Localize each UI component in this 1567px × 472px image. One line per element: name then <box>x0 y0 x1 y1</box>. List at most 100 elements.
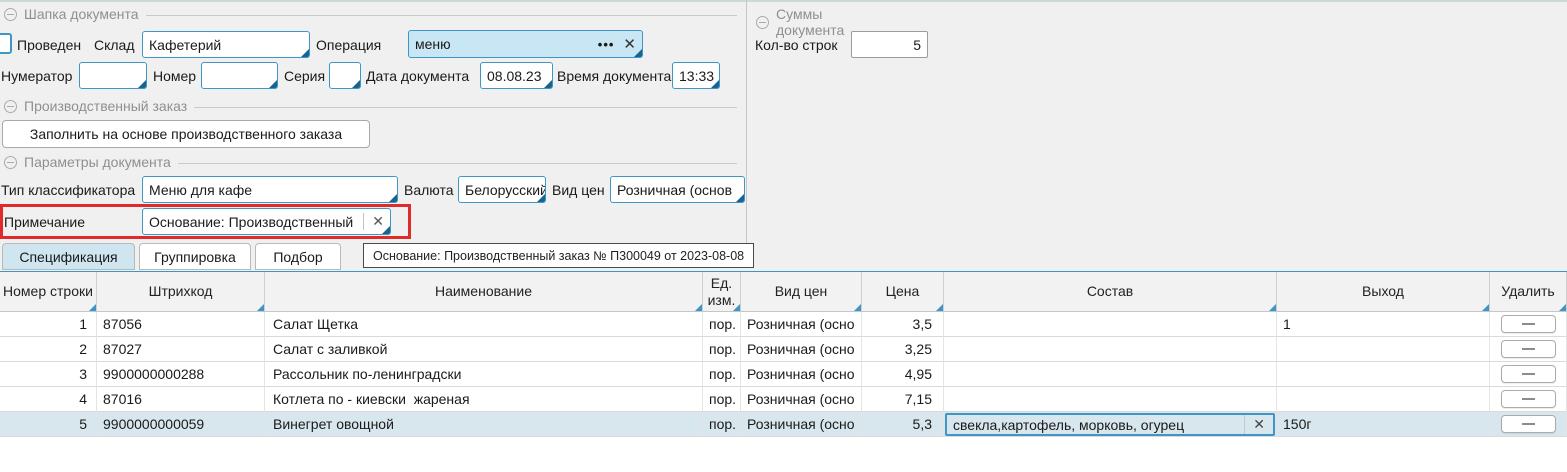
cell-price-type[interactable]: Розничная (осно <box>741 312 862 337</box>
cell-output[interactable]: 150г <box>1277 412 1490 437</box>
cell-price[interactable]: 3,25 <box>862 337 944 362</box>
cell-composition[interactable] <box>944 387 1277 412</box>
cell-price-type[interactable]: Розничная (осно <box>741 362 862 387</box>
cell-price[interactable]: 3,5 <box>862 312 944 337</box>
cell-name[interactable]: Котлета по - киевски жареная <box>265 387 703 412</box>
classifier-type-field[interactable]: Меню для кафе <box>142 176 398 203</box>
cell-price[interactable]: 7,15 <box>862 387 944 412</box>
clear-icon[interactable]: ✕ <box>1244 415 1273 434</box>
column-header-price[interactable]: Цена <box>862 272 944 311</box>
group-title: Производственный заказ <box>24 98 187 114</box>
operation-label: Операция <box>316 37 381 53</box>
posted-checkbox[interactable] <box>0 33 12 54</box>
cell-composition[interactable] <box>944 362 1277 387</box>
table-row[interactable]: 3 9900000000288 Рассольник по-ленинградс… <box>0 362 1567 387</box>
cell-name[interactable]: Салат Щетка <box>265 312 703 337</box>
group-divider-line <box>146 15 737 16</box>
table-header-row: Номер строки Штрихкод Наименование Ед. и… <box>0 272 1567 312</box>
note-field[interactable]: Основание: Производственный ✕ <box>142 208 391 235</box>
cell-composition[interactable]: свекла,картофель, морковь, огурец ✕ <box>944 412 1277 437</box>
cell-price-type[interactable]: Розничная (осно <box>741 412 862 437</box>
delete-row-button[interactable] <box>1501 365 1556 383</box>
column-header-row-number[interactable]: Номер строки <box>0 272 97 311</box>
field-corner-icon <box>711 80 719 88</box>
fill-from-production-order-button[interactable]: Заполнить на основе производственного за… <box>2 120 370 148</box>
cell-delete <box>1490 337 1567 362</box>
cell-price-type[interactable]: Розничная (осно <box>741 387 862 412</box>
rows-count-field[interactable]: 5 <box>851 31 928 58</box>
tab-selection[interactable]: Подбор <box>255 243 341 270</box>
cell-composition[interactable] <box>944 337 1277 362</box>
cell-name[interactable]: Салат с заливкой <box>265 337 703 362</box>
cell-row-number: 5 <box>0 412 97 437</box>
operation-field[interactable]: меню ••• ✕ <box>408 30 643 58</box>
warehouse-field[interactable]: Кафетерий <box>142 31 310 58</box>
minus-icon <box>1522 398 1535 400</box>
collapse-icon[interactable] <box>4 8 17 21</box>
cell-unit[interactable]: пор. <box>703 312 741 337</box>
warehouse-label: Склад <box>94 37 135 53</box>
series-field[interactable] <box>329 62 361 89</box>
collapse-icon[interactable] <box>4 100 17 113</box>
cell-barcode[interactable]: 87016 <box>97 387 265 412</box>
column-header-name[interactable]: Наименование <box>265 272 703 311</box>
collapse-icon[interactable] <box>4 156 17 169</box>
note-tooltip: Основание: Производственный заказ № П300… <box>363 243 754 268</box>
column-header-delete[interactable]: Удалить <box>1490 272 1567 311</box>
column-header-output[interactable]: Выход <box>1277 272 1490 311</box>
column-header-composition[interactable]: Состав <box>944 272 1277 311</box>
composition-editor[interactable]: свекла,картофель, морковь, огурец ✕ <box>945 413 1275 436</box>
cell-price[interactable]: 4,95 <box>862 362 944 387</box>
cell-output[interactable] <box>1277 387 1490 412</box>
group-divider-line <box>178 163 737 164</box>
cell-output[interactable] <box>1277 362 1490 387</box>
table-row[interactable]: 1 87056 Салат Щетка пор. Розничная (осно… <box>0 312 1567 337</box>
cell-name[interactable]: Рассольник по-ленинградски <box>265 362 703 387</box>
cell-row-number: 3 <box>0 362 97 387</box>
group-divider-line <box>194 107 737 108</box>
cell-barcode[interactable]: 87056 <box>97 312 265 337</box>
cell-unit[interactable]: пор. <box>703 362 741 387</box>
field-corner-icon <box>389 194 397 202</box>
field-corner-icon <box>382 226 390 234</box>
clear-icon[interactable]: ✕ <box>363 213 384 231</box>
group-title: Параметры документа <box>24 154 171 170</box>
classifier-type-label: Тип классификатора <box>1 182 135 198</box>
delete-row-button[interactable] <box>1501 415 1556 433</box>
column-header-price-type[interactable]: Вид цен <box>741 272 862 311</box>
table-row[interactable]: 4 87016 Котлета по - киевски жареная пор… <box>0 387 1567 412</box>
cell-output[interactable] <box>1277 337 1490 362</box>
cell-unit[interactable]: пор. <box>703 337 741 362</box>
cell-price[interactable]: 5,3 <box>862 412 944 437</box>
currency-field[interactable]: Белорусский <box>458 176 546 203</box>
tab-grouping[interactable]: Группировка <box>139 243 251 270</box>
column-header-barcode[interactable]: Штрихкод <box>97 272 265 311</box>
delete-row-button[interactable] <box>1501 340 1556 358</box>
cell-unit[interactable]: пор. <box>703 412 741 437</box>
panel-divider <box>746 0 747 243</box>
cell-name[interactable]: Винегрет овощной <box>265 412 703 437</box>
numerator-field[interactable] <box>79 62 147 89</box>
delete-row-button[interactable] <box>1501 315 1556 333</box>
cell-unit[interactable]: пор. <box>703 387 741 412</box>
column-header-unit[interactable]: Ед. изм. <box>703 272 741 311</box>
cell-output[interactable]: 1 <box>1277 312 1490 337</box>
cell-barcode[interactable]: 9900000000059 <box>97 412 265 437</box>
price-type-field[interactable]: Розничная (основ <box>610 176 745 203</box>
field-corner-icon <box>634 49 642 57</box>
cell-price-type[interactable]: Розничная (осно <box>741 337 862 362</box>
cell-barcode[interactable]: 87027 <box>97 337 265 362</box>
cell-composition[interactable] <box>944 312 1277 337</box>
document-date-field[interactable]: 08.08.23 <box>480 62 553 89</box>
cell-barcode[interactable]: 9900000000288 <box>97 362 265 387</box>
number-field[interactable] <box>201 62 278 89</box>
delete-row-button[interactable] <box>1501 390 1556 408</box>
posted-label: Проведен <box>17 37 81 53</box>
table-row[interactable]: 2 87027 Салат с заливкой пор. Розничная … <box>0 337 1567 362</box>
document-time-field[interactable]: 13:33 <box>672 62 720 89</box>
group-title: Шапка документа <box>24 6 139 22</box>
more-icon[interactable]: ••• <box>598 37 615 52</box>
collapse-icon[interactable] <box>756 16 769 29</box>
tab-specification[interactable]: Спецификация <box>2 243 135 270</box>
table-row[interactable]: 5 9900000000059 Винегрет овощной пор. Ро… <box>0 412 1567 437</box>
